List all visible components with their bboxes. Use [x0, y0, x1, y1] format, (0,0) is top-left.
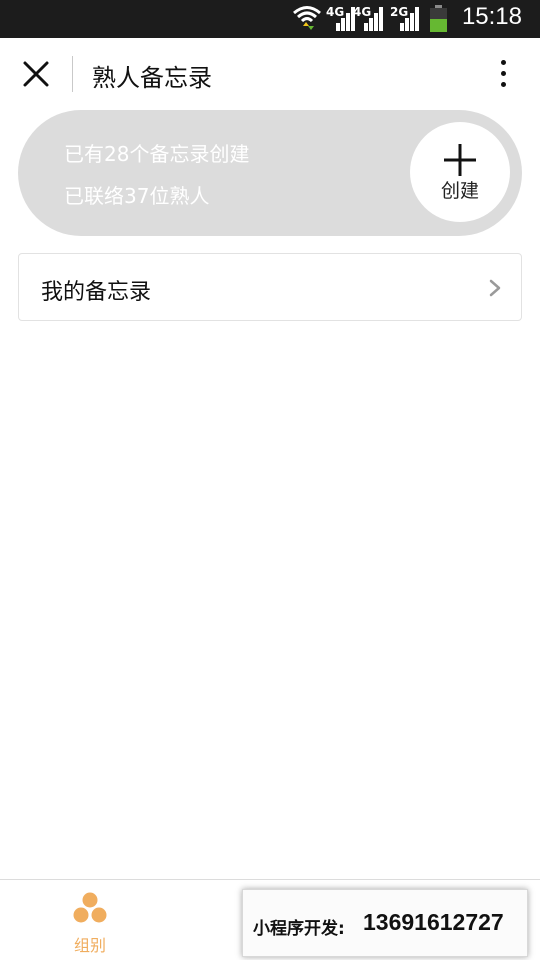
- create-button[interactable]: 创建: [410, 122, 510, 222]
- page-title: 熟人备忘录: [92, 64, 212, 92]
- app-screen: 4G 4G 2G 15:18 熟人备忘录 已有28个备忘录创建 已联络37位熟人…: [0, 0, 540, 960]
- signal-bars-3-icon: [400, 7, 419, 31]
- create-button-label: 创建: [440, 180, 479, 202]
- wifi-icon: [293, 6, 321, 30]
- ad-banner[interactable]: 小程序开发: 13691612727: [242, 889, 528, 957]
- tab-groups-label: 组别: [73, 936, 106, 955]
- title-bar: 熟人备忘录: [0, 38, 540, 110]
- status-clock: 15:18: [461, 3, 522, 30]
- more-vertical-icon[interactable]: [494, 58, 514, 90]
- list-item-label: 我的备忘录: [41, 280, 152, 305]
- signal-bars-2-icon: [364, 7, 383, 31]
- list-item-my-memos[interactable]: 我的备忘录: [18, 253, 522, 321]
- contact-count-text: 已联络37位熟人: [64, 184, 210, 208]
- summary-card: 已有28个备忘录创建 已联络37位熟人 创建: [18, 110, 522, 236]
- memo-count-text: 已有28个备忘录创建: [64, 142, 250, 166]
- title-divider: [72, 56, 73, 92]
- ad-banner-prefix: 小程序开发:: [253, 919, 345, 939]
- group-dots-icon: [73, 892, 107, 923]
- tab-groups[interactable]: 组别: [50, 888, 130, 955]
- ad-banner-phone: 13691612727: [363, 909, 504, 935]
- battery-level: [430, 18, 447, 32]
- plus-icon: [444, 144, 476, 176]
- battery-icon: [430, 5, 447, 32]
- chevron-right-icon: [489, 279, 501, 297]
- status-bar: 4G 4G 2G 15:18: [0, 0, 540, 38]
- close-icon[interactable]: [22, 60, 50, 88]
